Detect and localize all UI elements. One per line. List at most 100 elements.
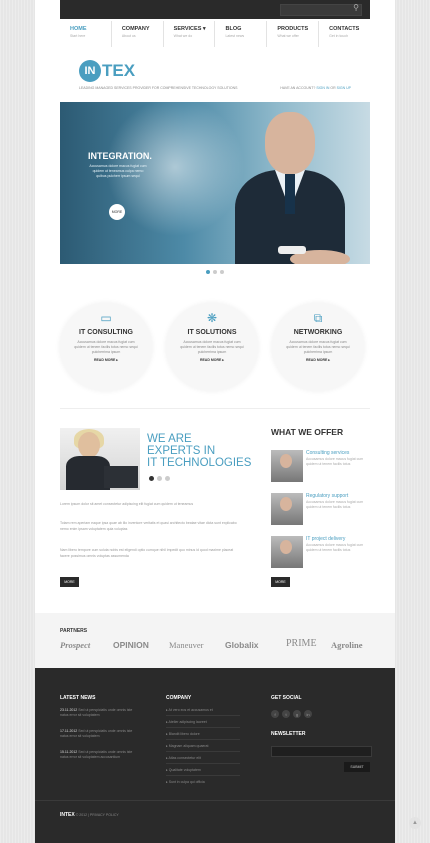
newsletter-submit-button[interactable]: SUBMIT [344,762,370,772]
offer-title[interactable]: Consulting services [306,450,349,456]
offer-item: Regulatory support Accusamus dolore macu… [271,493,371,529]
experts-paragraph-2: Totam rem aperiam eaque ipsa quae ab ill… [60,521,237,531]
offer-text: Accusamus dolore macus fugiat cum quidem… [306,543,364,552]
read-more-link[interactable]: READ MORE ▸ [166,358,258,362]
slide-title: INTEGRATION. [88,151,152,161]
social-title: GET SOCIAL [271,695,302,701]
nav-sublabel: Get in touch [329,34,349,38]
partner-logo[interactable]: PRIME [286,638,317,649]
nav-item-contacts[interactable]: CONTACTS Get in touch [319,21,370,47]
footer-divider [35,800,395,801]
news-item[interactable]: 15.11.2012 Sed ut perspiciatis unde omni… [60,750,140,760]
search-icon[interactable]: ⚲ [353,3,359,12]
chevron-down-icon: ▾ [202,26,206,32]
news-item[interactable]: 17.11.2012 Sed ut perspiciatis unde omni… [60,729,140,739]
newsletter-email-input[interactable] [271,746,372,757]
site-logo[interactable]: IN TEX [79,58,135,84]
newsletter-title: NEWSLETTER [271,731,306,737]
google-plus-icon[interactable]: g [293,710,301,718]
experts-dot[interactable] [157,476,162,481]
network-icon: ❋ [206,311,218,325]
copyright: INTEX © 2012 | PRIVACY POLICY [60,812,119,818]
linkedin-icon[interactable]: in [304,710,312,718]
service-title: NETWORKING [293,329,343,336]
service-card-solutions: ❋ IT SOLUTIONS Accusamus dolore macus fu… [166,303,258,391]
scroll-to-top-button[interactable]: ▲ [409,817,421,829]
partner-logo[interactable]: Agroline [331,640,362,650]
nav-label: PRODUCTS [277,26,309,32]
service-text: Accusamus dolore macus fugiat cum quidem… [74,340,138,354]
slider-pagination [206,270,224,274]
latest-news-title: LATEST NEWS [60,695,96,701]
experts-dot[interactable] [149,476,154,481]
offer-title[interactable]: Regulatory support [306,493,348,499]
offer-title[interactable]: IT project delivery [306,536,345,542]
nav-label: HOME [70,26,87,32]
nav-item-company[interactable]: COMPANY About us [112,21,164,47]
main-nav: HOME Start here COMPANY About us SERVICE… [60,21,370,47]
nav-item-products[interactable]: PRODUCTS What we offer [267,21,320,47]
slide-text: Accusamus dolore macus fugiat cum quidem… [89,164,147,178]
experts-paragraph-1: Lorem ipsum dolor sit amet consectetur a… [60,502,194,506]
experts-pagination [149,476,170,481]
company-link[interactable]: ▸ Atlas consectetur elit [166,756,240,764]
nav-label: BLOG [225,26,242,32]
slide-more-button[interactable]: MORE [109,204,125,220]
hero-slider [60,102,370,264]
nav-label: COMPANY [121,26,150,32]
experts-dot[interactable] [165,476,170,481]
service-text: Accusamus dolore macus fugiat cum quidem… [180,340,244,354]
service-card-networking: ⧉ NETWORKING Accusamus dolore macus fugi… [272,303,364,391]
search-input[interactable]: ⚲ [280,3,362,16]
slider-dot[interactable] [213,270,217,274]
offer-text: Accusamus dolore macus fugiat cum quidem… [306,457,364,466]
experts-photo [60,428,140,490]
partner-logo[interactable]: Maneuver [169,640,203,650]
service-text: Accusamus dolore macus fugiat cum quidem… [286,340,350,354]
nav-item-home[interactable]: HOME Start here [60,21,112,47]
slider-dot[interactable] [206,270,210,274]
offer-item: Consulting services Accusamus dolore mac… [271,450,371,486]
nav-item-services[interactable]: SERVICES ▾ What we do [164,21,216,47]
social-icons: f t g in [271,710,312,718]
tagline: LEADING MANAGED SERVICES PROVIDER FOR CO… [79,86,238,90]
company-link[interactable]: ▸ Atelier adipiscing laoreet [166,720,240,728]
sign-in-link[interactable]: SIGN IN [316,86,329,90]
nav-sublabel: About us [121,34,136,38]
sign-up-link[interactable]: SIGN UP [337,86,351,90]
hero-photo [230,112,350,264]
chevron-up-icon: ▲ [412,820,418,826]
nav-sublabel: What we do [173,34,193,38]
company-link[interactable]: ▸ Sunt in culpa qui officia [166,780,240,787]
partner-logo[interactable]: Prospect [60,640,90,650]
service-card-consulting: ▭ IT CONSULTING Accusamus dolore macus f… [60,303,152,391]
top-bar: ⚲ [60,0,370,19]
nav-item-blog[interactable]: BLOG Latest news [215,21,268,47]
service-title: IT SOLUTIONS [187,329,237,336]
what-we-offer-title: WHAT WE OFFER [271,427,344,437]
partner-logo[interactable]: Globalix [225,640,259,650]
company-link[interactable]: ▸ Magnam aliquam quaerat [166,744,240,752]
facebook-icon[interactable]: f [271,710,279,718]
nav-sublabel: Latest news [225,34,245,38]
partner-logo[interactable]: OPINION [113,640,149,650]
experts-heading: WE ARE EXPERTS IN IT TECHNOLOGIES [147,433,252,469]
experts-more-button[interactable]: MORE [60,577,79,587]
section-divider [60,408,370,409]
offer-text: Accusamus dolore macus fugiat cum quidem… [306,500,364,509]
account-prompt: HAVE AN ACCOUNT? [280,86,316,90]
account-links: HAVE AN ACCOUNT? SIGN IN OR SIGN UP [280,86,351,90]
twitter-icon[interactable]: t [282,710,290,718]
experts-paragraph-3: Nam libero tempore cum soluta nobis est … [60,548,234,558]
read-more-link[interactable]: READ MORE ▸ [60,358,152,362]
read-more-link[interactable]: READ MORE ▸ [272,358,364,362]
offer-photo [271,493,303,525]
company-link[interactable]: ▸ At vero eos et accusamus et [166,708,240,716]
company-link[interactable]: ▸ Blandit libero dolore [166,732,240,740]
monitor-icon: ▭ [100,311,112,325]
company-link[interactable]: ▸ Qualitate voluptatem [166,768,240,776]
offer-more-button[interactable]: MORE [271,577,290,587]
slider-dot[interactable] [220,270,224,274]
nav-sublabel: What we offer [277,34,299,38]
news-item[interactable]: 23.11.2012 Sed ut perspiciatis unde omni… [60,708,140,718]
